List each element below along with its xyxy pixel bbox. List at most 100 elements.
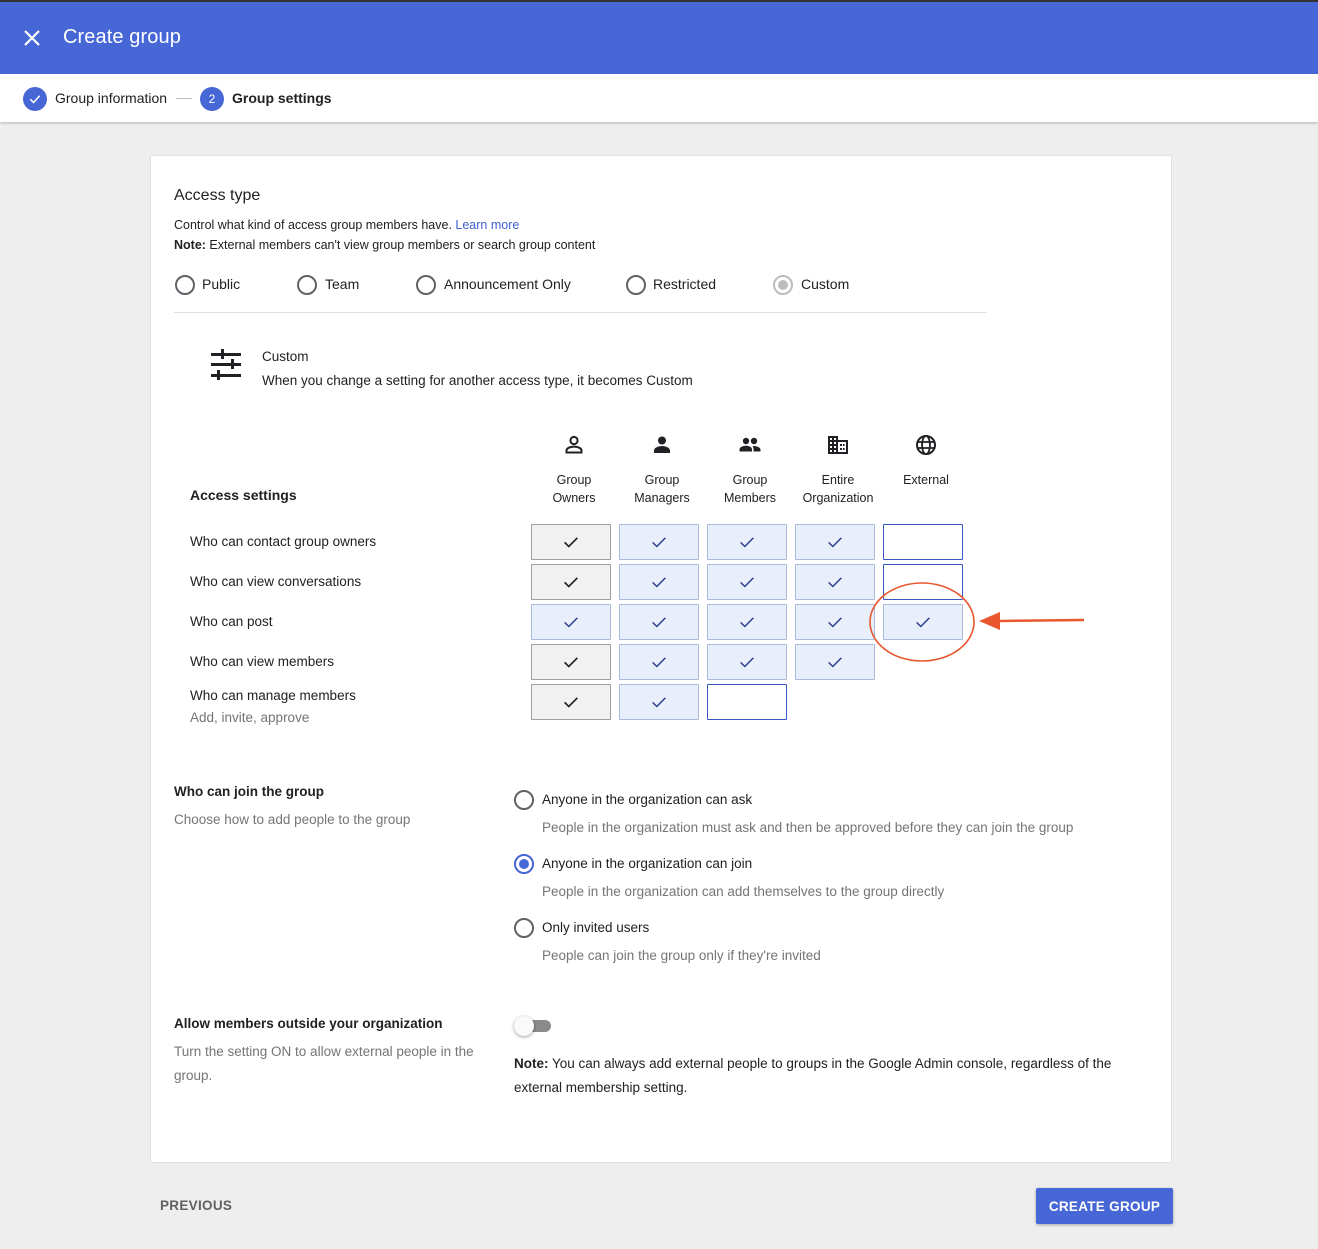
radio-restricted-label[interactable]: Restricted [653, 276, 716, 292]
people-icon [739, 437, 761, 452]
permission-cell[interactable] [531, 604, 611, 640]
column-group-managers: Group Managers [634, 473, 690, 505]
check-icon [564, 657, 578, 668]
external-members-toggle[interactable] [514, 1016, 552, 1036]
step-2-number: 2 [200, 87, 224, 111]
permission-cell[interactable] [707, 524, 787, 560]
permission-cell[interactable] [619, 524, 699, 560]
learn-more-link[interactable]: Learn more [455, 218, 519, 232]
permission-cell[interactable] [795, 564, 875, 600]
permission-cell[interactable] [795, 524, 875, 560]
permission-cell[interactable] [619, 604, 699, 640]
radio-public[interactable] [175, 275, 195, 295]
page-title: Create group [63, 26, 181, 48]
radio-join-invited-label[interactable]: Only invited users [542, 920, 649, 935]
permission-cell[interactable] [531, 644, 611, 680]
check-icon [740, 617, 754, 628]
check-icon [564, 617, 578, 628]
close-icon [24, 30, 40, 46]
permission-cell[interactable] [619, 564, 699, 600]
permission-cell[interactable] [883, 604, 963, 640]
step-1-complete-icon [23, 87, 47, 111]
row-label-post: Who can post [190, 614, 273, 629]
permission-cell[interactable] [531, 564, 611, 600]
permission-cell[interactable] [707, 684, 787, 720]
radio-join-direct[interactable] [514, 854, 534, 874]
check-icon [564, 537, 578, 548]
column-group-members: Group Members [723, 473, 777, 505]
globe-icon [916, 435, 936, 455]
permission-cell[interactable] [795, 604, 875, 640]
radio-restricted[interactable] [626, 275, 646, 295]
tune-icon [211, 349, 241, 380]
check-icon [916, 617, 930, 628]
previous-button[interactable]: PREVIOUS [150, 1189, 242, 1223]
permission-cell[interactable] [707, 604, 787, 640]
check-icon [828, 577, 842, 588]
radio-join-ask-label[interactable]: Anyone in the organization can ask [542, 792, 752, 807]
toggle-knob [514, 1016, 534, 1036]
permission-cell[interactable] [531, 524, 611, 560]
stepper: Group information 2 Group settings [0, 74, 1318, 122]
column-entire-organization: Entire Organization [802, 473, 874, 505]
check-icon [652, 577, 666, 588]
permission-cell[interactable] [531, 684, 611, 720]
person-icon [654, 436, 670, 453]
row-sublabel-manage-members: Add, invite, approve [190, 710, 310, 725]
radio-custom-label[interactable]: Custom [801, 276, 849, 292]
column-external: External [903, 473, 949, 487]
check-icon [740, 537, 754, 548]
check-icon [652, 617, 666, 628]
join-description: Choose how to add people to the group [174, 812, 411, 827]
person-outline-icon [565, 435, 583, 454]
permission-cell[interactable] [707, 564, 787, 600]
access-type-heading: Access type [174, 187, 261, 204]
access-type-note: Note: External members can't view group … [174, 238, 596, 252]
check-icon [652, 697, 666, 708]
row-label-view-conversations: Who can view conversations [190, 574, 362, 589]
radio-join-direct-label[interactable]: Anyone in the organization can join [542, 856, 752, 871]
row-label-manage-members: Who can manage members [190, 688, 356, 703]
permission-cell[interactable] [619, 684, 699, 720]
domain-icon [828, 436, 848, 454]
check-icon [564, 697, 578, 708]
check-icon [740, 577, 754, 588]
custom-description: When you change a setting for another ac… [262, 373, 693, 388]
check-icon [828, 657, 842, 668]
permission-cell[interactable] [883, 564, 963, 600]
permission-cell[interactable] [619, 644, 699, 680]
access-type-description: Control what kind of access group member… [174, 218, 520, 232]
radio-join-ask-description: People in the organization must ask and … [542, 820, 1074, 835]
radio-join-invited-description: People can join the group only if they'r… [542, 948, 821, 963]
radio-public-label[interactable]: Public [202, 276, 240, 292]
step-connector [176, 98, 192, 99]
app-bar: Create group [0, 0, 1318, 74]
radio-join-ask[interactable] [514, 790, 534, 810]
radio-join-direct-description: People in the organization can add thems… [542, 884, 945, 899]
radio-join-invited[interactable] [514, 918, 534, 938]
check-icon [828, 617, 842, 628]
column-group-owners: Group Owners [552, 473, 596, 505]
permission-cell[interactable] [795, 644, 875, 680]
radio-announcement-only[interactable] [416, 275, 436, 295]
step-2-label: Group settings [232, 90, 332, 106]
permission-cell[interactable] [883, 524, 963, 560]
row-label-contact-owners: Who can contact group owners [190, 534, 377, 549]
radio-team[interactable] [297, 275, 317, 295]
radio-team-label[interactable]: Team [325, 276, 359, 292]
check-icon [740, 657, 754, 668]
access-settings-heading: Access settings [190, 487, 297, 503]
radio-custom[interactable] [773, 275, 793, 295]
join-title: Who can join the group [174, 784, 324, 799]
external-description: Turn the setting ON to allow external pe… [174, 1044, 474, 1083]
step-1-label[interactable]: Group information [55, 90, 167, 106]
external-note: Note: You can always add external people… [514, 1056, 1112, 1095]
custom-title: Custom [262, 349, 309, 364]
check-icon [828, 537, 842, 548]
settings-card: Access type Control what kind of access … [150, 155, 1172, 1163]
permission-cell[interactable] [707, 644, 787, 680]
close-button[interactable] [20, 26, 44, 50]
row-label-view-members: Who can view members [190, 654, 335, 669]
create-group-button[interactable]: CREATE GROUP [1036, 1188, 1173, 1224]
radio-announcement-only-label[interactable]: Announcement Only [444, 276, 571, 292]
